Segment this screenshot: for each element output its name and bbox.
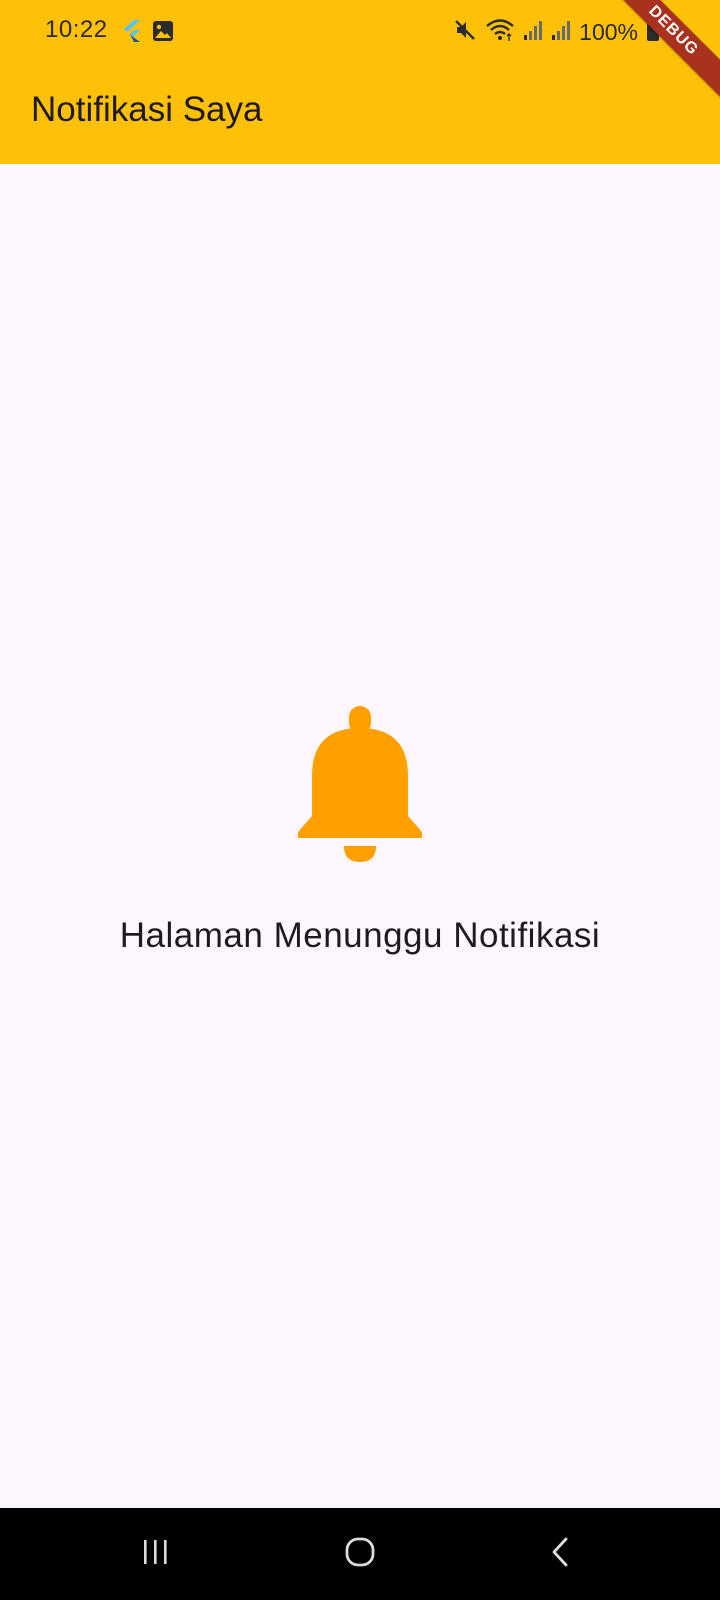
navigation-bar: [0, 1508, 720, 1600]
signal-icon: [551, 19, 571, 46]
wifi-icon: [485, 18, 515, 47]
empty-state-message: Halaman Menunggu Notifikasi: [119, 916, 601, 955]
battery-percentage: 100%: [579, 19, 638, 45]
flutter-icon: [122, 20, 142, 47]
status-notification-icons: [122, 20, 174, 47]
back-button[interactable]: [540, 1534, 580, 1574]
app-bar: Notifikasi Saya: [0, 64, 720, 164]
notifications-bell-icon: [296, 706, 424, 862]
recent-apps-button[interactable]: [136, 1534, 176, 1574]
screen: 10:22 100% Notifikasi Saya DEBUG Halaman…: [0, 0, 720, 1600]
mute-icon: [453, 18, 477, 47]
top-bar-background: 10:22 100% Notifikasi Saya: [0, 0, 720, 164]
back-icon: [549, 1536, 571, 1573]
main-content: Halaman Menunggu Notifikasi: [0, 164, 720, 1508]
signal-icon: [523, 19, 543, 46]
home-icon: [344, 1536, 376, 1573]
image-icon: [152, 20, 174, 47]
home-button[interactable]: [340, 1534, 380, 1574]
recent-apps-icon: [141, 1538, 171, 1571]
status-system-icons: 100%: [453, 18, 660, 47]
page-title: Notifikasi Saya: [31, 90, 263, 129]
status-time: 10:22: [45, 16, 108, 43]
status-bar: 10:22 100%: [0, 0, 720, 64]
